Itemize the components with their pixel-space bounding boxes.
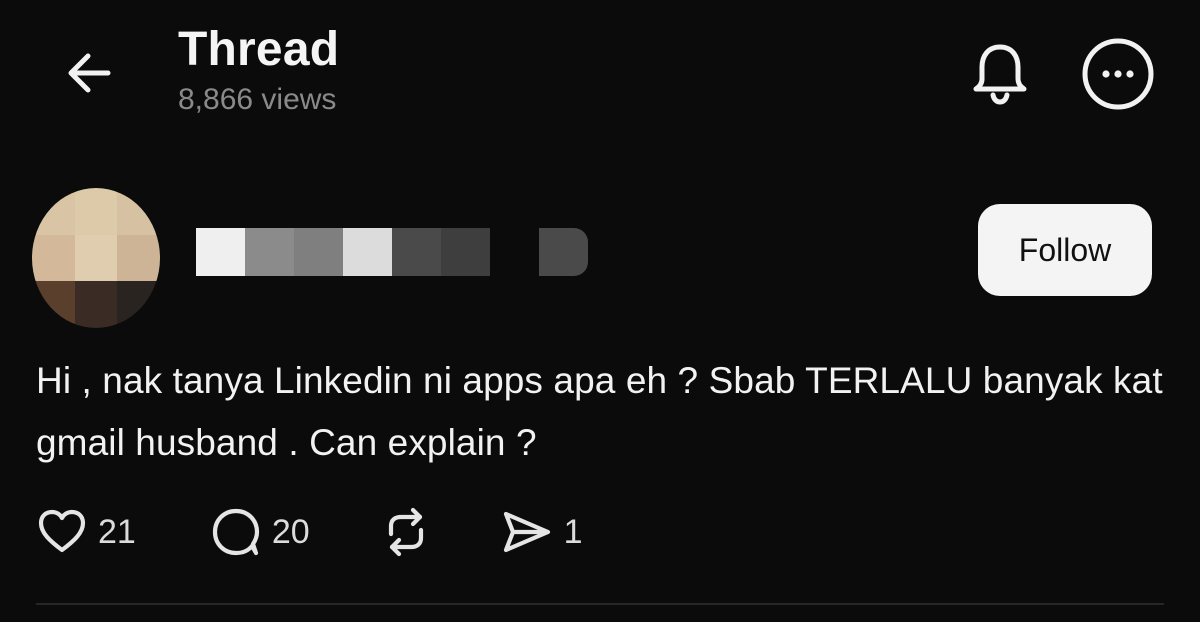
more-options-button[interactable] xyxy=(1080,36,1156,112)
follow-button[interactable]: Follow xyxy=(978,204,1152,296)
notifications-button[interactable] xyxy=(962,36,1038,112)
like-button[interactable]: 21 xyxy=(36,506,136,558)
redaction-block xyxy=(343,228,392,276)
share-count: 1 xyxy=(563,512,583,551)
redaction-block xyxy=(441,228,490,276)
view-count: 8,866 views xyxy=(178,83,337,116)
repost-button[interactable] xyxy=(378,504,434,560)
redaction-block xyxy=(539,228,588,276)
back-button[interactable] xyxy=(58,42,120,104)
more-horizontal-icon xyxy=(1082,38,1154,110)
repost-icon xyxy=(388,507,423,557)
reply-button[interactable]: 20 xyxy=(210,506,310,558)
redaction-block xyxy=(392,228,441,276)
redaction-block xyxy=(245,228,294,276)
avatar[interactable] xyxy=(32,188,160,328)
arrow-left-icon xyxy=(68,53,111,93)
redaction-block xyxy=(490,228,539,276)
divider xyxy=(36,603,1164,605)
redaction-block xyxy=(196,228,245,276)
bell-icon xyxy=(973,44,1027,105)
header: Thread 8,866 views xyxy=(0,0,1200,150)
post-body: Hi , nak tanya Linkedin ni apps apa eh ?… xyxy=(36,360,1163,463)
like-count: 21 xyxy=(98,512,136,551)
heart-icon xyxy=(38,509,86,553)
username-redacted[interactable] xyxy=(196,228,588,276)
page-title: Thread xyxy=(178,23,340,76)
share-button[interactable]: 1 xyxy=(498,504,583,560)
title-block: Thread 8,866 views xyxy=(178,22,339,118)
send-icon xyxy=(503,511,550,553)
comment-icon xyxy=(212,508,259,556)
redaction-block xyxy=(294,228,343,276)
post-actions: 21 20 1 xyxy=(36,500,583,564)
reply-count: 20 xyxy=(271,512,310,551)
